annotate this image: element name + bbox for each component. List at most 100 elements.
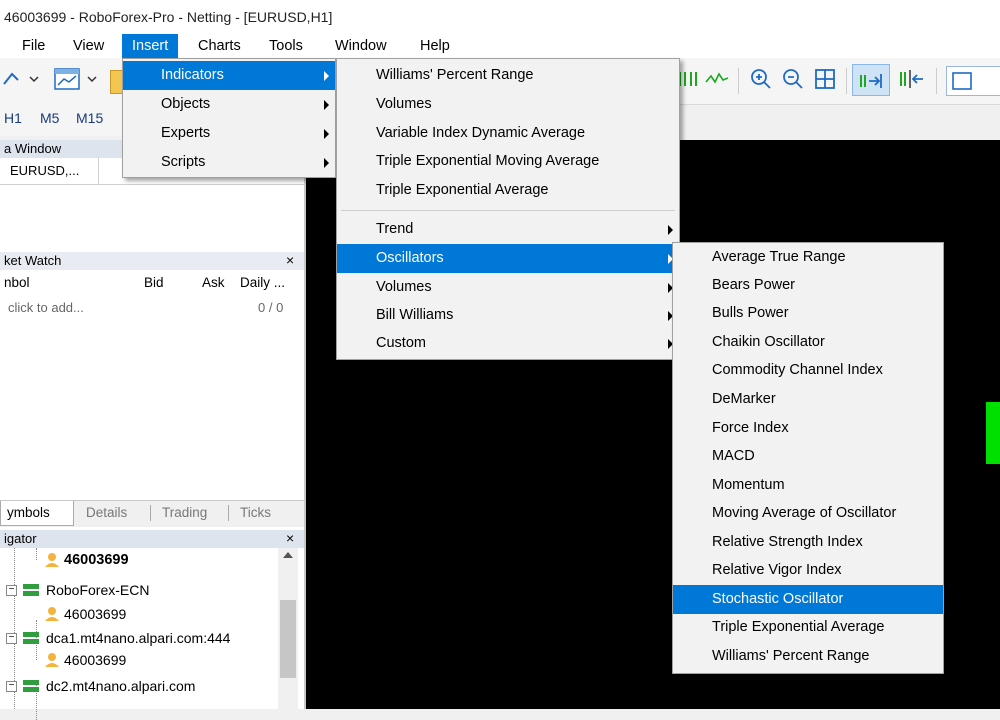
osc-label: Williams' Percent Range <box>712 648 870 664</box>
indicator-volumes[interactable]: Volumes <box>337 90 679 119</box>
menu-tools[interactable]: Tools <box>259 34 313 58</box>
daily-value: 0 / 0 <box>258 300 284 315</box>
window-title: 46003699 - RoboForex-Pro - Netting - [EU… <box>4 9 333 25</box>
indicator-group-custom[interactable]: Custom <box>337 329 679 358</box>
tile-windows-icon[interactable] <box>812 66 838 92</box>
indicator-group-bill-williams[interactable]: Bill Williams <box>337 301 679 330</box>
zoom-in-icon[interactable] <box>748 66 774 92</box>
indicator-group-volumes[interactable]: Volumes <box>337 273 679 302</box>
menu-item-indicators[interactable]: Indicators <box>123 61 335 90</box>
osc-chaikin-oscillator[interactable]: Chaikin Oscillator <box>673 328 943 357</box>
osc-force-index[interactable]: Force Index <box>673 414 943 443</box>
menu-item-scripts[interactable]: Scripts <box>123 148 335 177</box>
osc-label: Commodity Channel Index <box>712 362 883 378</box>
menu-item-indicators-label: Indicators <box>161 67 224 83</box>
osc-williams-percent-range[interactable]: Williams' Percent Range <box>673 642 943 671</box>
tab-ticks[interactable]: Ticks <box>240 505 271 520</box>
osc-label: Moving Average of Oscillator <box>712 505 897 521</box>
collapse-icon[interactable]: − <box>6 585 17 596</box>
scroll-thumb[interactable] <box>280 600 296 678</box>
navigator-scrollbar[interactable] <box>278 548 298 709</box>
navigator-close-icon[interactable]: × <box>286 530 294 546</box>
osc-label: Relative Strength Index <box>712 534 863 550</box>
collapse-icon[interactable]: − <box>6 681 17 692</box>
osc-moving-average-of-oscillator[interactable]: Moving Average of Oscillator <box>673 499 943 528</box>
menu-view[interactable]: View <box>63 34 114 58</box>
menu-item-experts[interactable]: Experts <box>123 119 335 148</box>
tab-trading[interactable]: Trading <box>162 505 207 520</box>
indicator-williams-percent-range[interactable]: Williams' Percent Range <box>337 61 679 90</box>
nav-account-label: 46003699 <box>64 652 127 668</box>
submenu-arrow-icon <box>324 100 329 110</box>
menu-item-scripts-label: Scripts <box>161 154 206 170</box>
toolbar-separator <box>738 68 739 94</box>
menu-help[interactable]: Help <box>410 34 460 58</box>
osc-label: Relative Vigor Index <box>712 562 842 578</box>
market-watch-row[interactable]: click to add... 0 / 0 <box>0 298 304 318</box>
auto-scroll-toggle[interactable] <box>852 64 890 96</box>
collapse-icon[interactable]: − <box>6 633 17 644</box>
osc-label: Bulls Power <box>712 305 789 321</box>
osc-stochastic-oscillator[interactable]: Stochastic Oscillator <box>673 585 943 614</box>
timeframe-m15[interactable]: M15 <box>76 110 103 126</box>
osc-label: Chaikin Oscillator <box>712 334 825 350</box>
indicator-trix[interactable]: Triple Exponential Average <box>337 176 679 205</box>
menu-file[interactable]: File <box>12 34 55 58</box>
indicators-submenu: Williams' Percent Range Volumes Variable… <box>336 58 680 360</box>
osc-average-true-range[interactable]: Average True Range <box>673 243 943 272</box>
osc-bears-power[interactable]: Bears Power <box>673 271 943 300</box>
indicator-tema[interactable]: Triple Exponential Moving Average <box>337 147 679 176</box>
timeframe-m5[interactable]: M5 <box>40 110 59 126</box>
nav-account-label: 46003699 <box>64 606 127 622</box>
col-daily[interactable]: Daily ... <box>240 275 285 290</box>
left-panel: a Window EURUSD,... ket Watch × nbol Bid… <box>0 140 306 720</box>
nav-server-label: dc2.mt4nano.alpari.com <box>46 678 196 694</box>
indicator-vidya[interactable]: Variable Index Dynamic Average <box>337 119 679 148</box>
line-chart-icon[interactable] <box>704 66 730 92</box>
submenu-arrow-icon <box>668 225 673 235</box>
osc-relative-vigor-index[interactable]: Relative Vigor Index <box>673 556 943 585</box>
nav-server-label: RoboForex-ECN <box>46 582 150 598</box>
tab-details[interactable]: Details <box>86 505 127 520</box>
add-symbol-text[interactable]: click to add... <box>8 300 84 315</box>
osc-momentum[interactable]: Momentum <box>673 471 943 500</box>
menu-item-objects[interactable]: Objects <box>123 90 335 119</box>
timeframe-h1[interactable]: H1 <box>4 110 22 126</box>
menu-bar: File View Insert Charts Tools Window Hel… <box>0 34 1000 58</box>
navigator-header: igator × <box>0 530 304 548</box>
osc-relative-strength-index[interactable]: Relative Strength Index <box>673 528 943 557</box>
menu-window[interactable]: Window <box>325 34 397 58</box>
submenu-arrow-icon <box>324 129 329 139</box>
indicator-group-trend[interactable]: Trend <box>337 215 679 244</box>
templates-button[interactable] <box>946 66 1000 96</box>
osc-commodity-channel-index[interactable]: Commodity Channel Index <box>673 356 943 385</box>
menu-insert[interactable]: Insert <box>122 34 179 58</box>
account-icon <box>45 607 59 621</box>
tree-line <box>36 548 37 560</box>
tab-symbols[interactable]: ymbols <box>0 501 74 526</box>
indicator-label: Volumes <box>376 96 432 112</box>
col-symbol[interactable]: nbol <box>4 275 30 290</box>
indicator-label: Triple Exponential Moving Average <box>376 153 600 169</box>
market-watch-close-icon[interactable]: × <box>286 252 294 268</box>
osc-demarker[interactable]: DeMarker <box>673 385 943 414</box>
osc-label: MACD <box>712 448 755 464</box>
osc-triple-exponential-average[interactable]: Triple Exponential Average <box>673 613 943 642</box>
osc-macd[interactable]: MACD <box>673 442 943 471</box>
group-label: Oscillators <box>376 250 444 266</box>
group-label: Volumes <box>376 279 432 295</box>
zoom-out-icon[interactable] <box>780 66 806 92</box>
line-tool-icon[interactable] <box>2 66 42 92</box>
osc-label: Force Index <box>712 420 789 436</box>
indicator-group-oscillators[interactable]: Oscillators <box>337 244 679 273</box>
scroll-up-icon[interactable] <box>283 552 293 558</box>
menu-charts[interactable]: Charts <box>188 34 251 58</box>
tab-divider <box>228 505 229 521</box>
chart-window-icon[interactable] <box>52 66 102 92</box>
chart-shift-icon[interactable] <box>896 66 928 92</box>
col-ask[interactable]: Ask <box>202 275 225 290</box>
col-bid[interactable]: Bid <box>144 275 164 290</box>
data-window-title: a Window <box>4 141 62 156</box>
menu-item-objects-label: Objects <box>161 96 211 112</box>
osc-bulls-power[interactable]: Bulls Power <box>673 299 943 328</box>
